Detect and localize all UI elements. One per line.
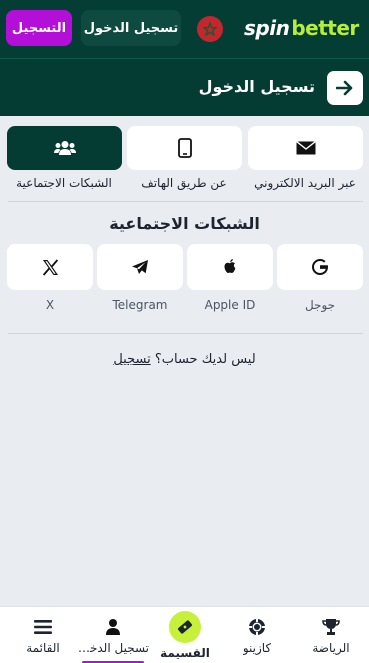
- user-icon: [106, 619, 120, 635]
- morocco-flag-icon[interactable]: [197, 16, 223, 42]
- arrow-right-icon: [336, 80, 353, 96]
- divider: [8, 201, 363, 202]
- method-email-label: عبر البريد الالكتروني: [254, 176, 356, 190]
- apple-login-button[interactable]: [187, 244, 273, 290]
- telegram-icon: [132, 260, 148, 274]
- method-social-button[interactable]: [7, 126, 122, 170]
- trophy-icon: [322, 619, 340, 635]
- method-email-button[interactable]: [248, 126, 363, 170]
- telegram-label: Telegram: [112, 298, 168, 312]
- nav-sports-label: الرياضة: [312, 641, 350, 655]
- nav-menu-label: القائمة: [26, 641, 60, 655]
- telegram-login-button[interactable]: [97, 244, 183, 290]
- nav-casino[interactable]: كازينو: [220, 607, 294, 663]
- method-social-label: الشبكات الاجتماعية: [16, 176, 112, 190]
- envelope-icon: [295, 141, 316, 155]
- apple-label: Apple ID: [204, 298, 256, 312]
- login-button[interactable]: تسجيل الدخول: [81, 10, 181, 46]
- x-icon: [42, 258, 58, 276]
- back-arrow-button[interactable]: [327, 71, 363, 105]
- social-section-title: الشبكات الاجتماعية: [109, 214, 260, 233]
- no-account-text: ليس لديك حساب؟: [154, 352, 256, 367]
- nav-betslip[interactable]: القسيمة: [148, 607, 222, 663]
- ticket-icon: [178, 620, 192, 634]
- register-button[interactable]: التسجيل: [6, 10, 72, 46]
- phone-icon: [177, 138, 192, 158]
- divider: [8, 333, 363, 334]
- x-label: X: [45, 298, 55, 312]
- menu-icon: [34, 620, 52, 634]
- nav-sports[interactable]: الرياضة: [294, 607, 368, 663]
- google-login-button[interactable]: [277, 244, 363, 290]
- chip-icon: [249, 619, 265, 635]
- nav-betslip-label: القسيمة: [160, 646, 210, 660]
- x-login-button[interactable]: [7, 244, 93, 290]
- method-phone-button[interactable]: [127, 126, 242, 170]
- logo-spin-text: spin: [244, 16, 290, 40]
- nav-casino-label: كازينو: [242, 641, 272, 655]
- google-icon: [312, 259, 328, 275]
- method-phone-label: عن طريق الهاتف: [141, 176, 227, 190]
- google-label: جوجل: [304, 298, 336, 312]
- logo-better-text: better: [291, 16, 359, 40]
- no-account-prompt: ليس لديك حساب؟ تسجيل: [0, 352, 369, 367]
- logo[interactable]: spin better: [244, 14, 359, 42]
- page-title: تسجيل الدخول: [198, 77, 315, 96]
- register-link[interactable]: تسجيل: [113, 352, 150, 367]
- users-icon: [53, 141, 76, 155]
- bottom-nav: الرياضة كازينو القسيمة تسجيل الدخول القا…: [0, 606, 369, 663]
- page-header: تسجيل الدخول: [0, 58, 369, 116]
- top-bar: spin better تسجيل الدخول التسجيل: [0, 0, 369, 58]
- nav-menu[interactable]: القائمة: [6, 607, 80, 663]
- nav-login-label: تسجيل الدخول: [77, 641, 149, 655]
- apple-icon: [224, 259, 236, 273]
- nav-login[interactable]: تسجيل الدخول: [76, 607, 150, 663]
